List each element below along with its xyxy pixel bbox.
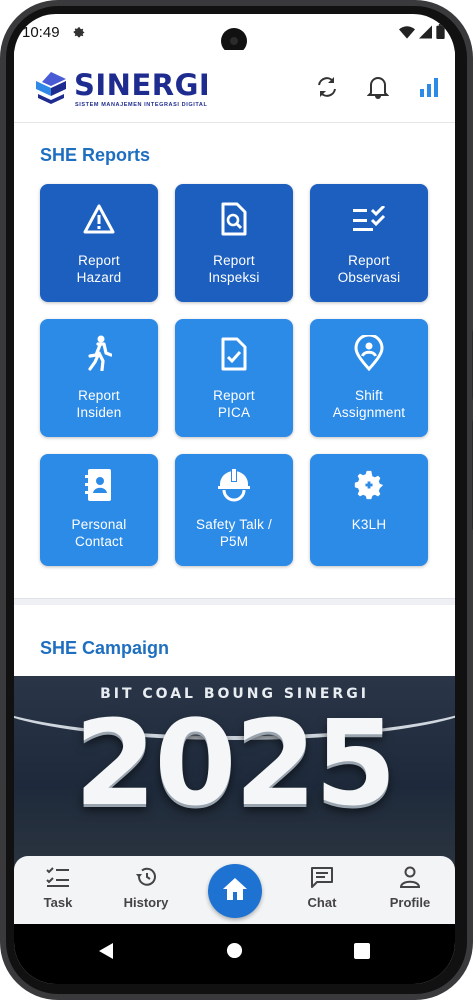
app-header: SINERGI SISTEM MANAJEMEN INTEGRASI DIGIT… [14,50,455,123]
settings-gear-icon [72,25,86,44]
nav-task[interactable]: Task [23,866,93,910]
warning-icon [40,204,158,234]
location-person-icon [310,335,428,371]
she-reports-title: SHE Reports [40,145,151,165]
tile-label: Report Observasi [337,253,401,285]
bottom-nav: Task History Chat Profile [14,856,455,924]
wifi-icon [399,25,415,44]
tile-report-inspeksi[interactable]: Report Inspeksi [175,184,293,302]
tile-label: Report PICA [213,388,255,420]
nav-profile[interactable]: Profile [375,866,445,910]
tile-label: Report Hazard [76,253,122,285]
phone-frame: 10:49 SINERGI SISTEM MANAJEMEN INTEGRASI… [0,0,473,1000]
home-circle-icon[interactable] [226,942,243,964]
chat-icon [310,867,334,892]
checklist-icon [310,206,428,232]
document-search-icon [175,202,293,236]
nav-history-label: History [123,895,169,910]
tile-safety-talk[interactable]: Safety Talk / P5M [175,454,293,566]
nav-chat[interactable]: Chat [287,866,357,910]
status-time: 10:49 [22,24,60,41]
brand-name: SINERGI [74,68,211,102]
campaign-banner[interactable]: BIT COAL BOUNG SINERGI 2025 [14,676,455,876]
bar-chart-icon [419,77,439,102]
sinergi-logo-icon [34,72,68,109]
tile-shift-assignment[interactable]: Shift Assignment [310,319,428,437]
document-check-icon [175,337,293,371]
nav-chat-label: Chat [307,895,337,910]
battery-icon [436,24,445,44]
nav-task-label: Task [43,895,73,910]
recents-square-icon[interactable] [354,943,370,964]
status-bar: 10:49 [14,14,455,54]
sync-icon [315,75,339,104]
tile-report-insiden[interactable]: Report Insiden [40,319,158,437]
section-divider [14,598,455,605]
sync-button[interactable] [314,76,340,102]
tile-label: Shift Assignment [332,388,406,420]
signal-icon [419,25,432,44]
system-icons [399,24,445,44]
home-icon [222,877,248,906]
system-navigation-bar [14,924,455,984]
nav-history[interactable]: History [111,866,181,910]
tile-label: Report Insiden [76,388,122,420]
she-campaign-title: SHE Campaign [40,638,170,658]
nav-profile-label: Profile [389,895,431,910]
tile-label: K3LH [351,517,387,532]
history-icon [134,867,158,892]
stats-button[interactable] [416,76,442,102]
tile-label: Personal Contact [71,517,127,549]
tile-label: Report Inspeksi [208,253,260,285]
screen: 10:49 SINERGI SISTEM MANAJEMEN INTEGRASI… [14,14,455,984]
contact-book-icon [40,468,158,502]
brand-tagline: SISTEM MANAJEMEN INTEGRASI DIGITAL [75,102,208,108]
tile-label: Safety Talk / P5M [196,517,272,549]
gear-plus-icon [310,468,428,502]
banner-year: 2025 [74,694,396,832]
tile-k3lh[interactable]: K3LH [310,454,428,566]
tile-report-hazard[interactable]: Report Hazard [40,184,158,302]
tile-personal-contact[interactable]: Personal Contact [40,454,158,566]
notifications-button[interactable] [365,76,391,102]
nav-home-button[interactable] [208,864,262,918]
task-checklist-icon [46,867,70,892]
bell-icon [366,75,390,104]
tile-report-pica[interactable]: Report PICA [175,319,293,437]
hard-hat-icon [175,468,293,502]
back-triangle-icon[interactable] [98,942,114,965]
profile-person-icon [399,866,421,892]
tile-report-observasi[interactable]: Report Observasi [310,184,428,302]
walking-person-icon [40,335,158,371]
